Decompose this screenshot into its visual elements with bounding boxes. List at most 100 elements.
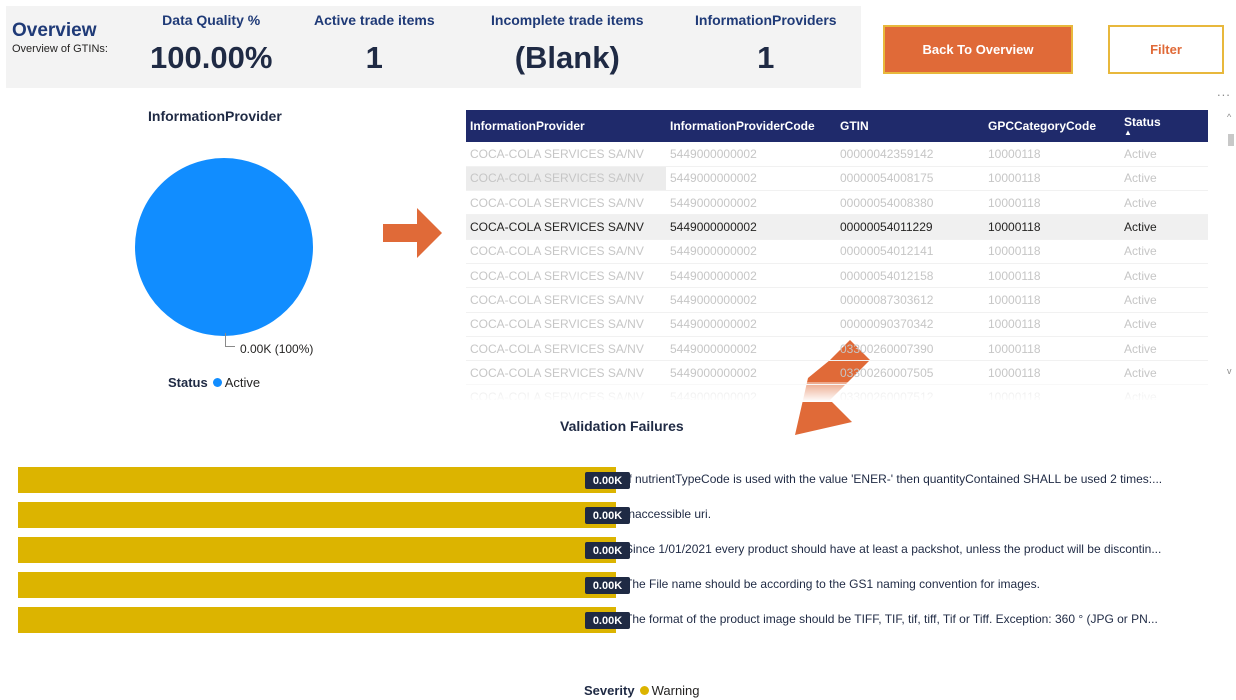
kpi-value: (Blank) [514, 40, 620, 75]
table-cell: 10000118 [984, 142, 1120, 167]
kpi-active-trade-items: Active trade items 1 [314, 12, 435, 76]
kpi-incomplete-trade-items: Incomplete trade items (Blank) [491, 12, 644, 76]
page-subtitle: Overview of GTINs: [12, 43, 108, 55]
table-row[interactable]: COCA-COLA SERVICES SA/NV 5449000000002 000… [466, 312, 1208, 337]
table-cell: 03300260007390 [836, 336, 984, 362]
scroll-up-icon[interactable]: ^ [1227, 112, 1231, 122]
validation-failure-row[interactable]: 0.00K If nutrientTypeCode is used with th… [18, 467, 1228, 493]
table-cell: Active [1120, 263, 1208, 289]
validation-failure-label: Inaccessible uri. [625, 507, 712, 521]
table-cell: 10000118 [984, 287, 1120, 313]
table-row[interactable]: COCA-COLA SERVICES SA/NV5449000000002033… [466, 336, 1208, 362]
table-cell: COCA-COLA SERVICES SA/NV [466, 263, 666, 289]
table-cell: 00000090370342 [836, 312, 984, 337]
table-cell: Active [1120, 336, 1208, 362]
table-cell: 10000118 [984, 166, 1120, 192]
validation-failure-label: If nutrientTypeCode is used with the val… [625, 472, 1163, 486]
table-cell: Active [1120, 312, 1208, 337]
kpi-value: 1 [757, 40, 775, 75]
table-cell: 10000118 [984, 214, 1120, 240]
pie-data-label: 0.00K (100%) [240, 342, 314, 356]
table-cell: COCA-COLA SERVICES SA/NV [466, 190, 666, 216]
kpi-value: 100.00% [150, 40, 273, 75]
pie-slice-active[interactable] [135, 158, 313, 336]
validation-failure-row[interactable]: 0.00K Since 1/01/2021 every product shoul… [18, 537, 1228, 563]
table-cell: COCA-COLA SERVICES SA/NV [466, 239, 666, 264]
table-cell: Active [1120, 214, 1208, 240]
more-options-icon[interactable]: ... [1217, 84, 1231, 99]
validation-failure-bar[interactable] [18, 572, 616, 598]
kpi-label: Data Quality % [162, 12, 261, 28]
kpi-label: Active trade items [314, 12, 435, 28]
legend-title: Status [168, 375, 208, 390]
kpi-information-providers: InformationProviders 1 [695, 12, 837, 76]
column-header-information-provider-code[interactable]: InformationProviderCode [666, 110, 836, 142]
column-header-gpc-category-code[interactable]: GPCCategoryCode [984, 110, 1120, 142]
validation-failure-bar[interactable] [18, 467, 616, 493]
filter-button[interactable]: Filter [1108, 25, 1224, 74]
column-header-gtin[interactable]: GTIN [836, 110, 984, 142]
table-cell: 00000054008175 [836, 166, 984, 192]
legend-title: Severity [584, 683, 635, 698]
table-cell: 5449000000002 [666, 190, 836, 216]
table-cell: 10000118 [984, 239, 1120, 264]
table-row[interactable]: COCA-COLA SERVICES SA/NV 5449000000002 000… [466, 142, 1208, 167]
bar-chart-title: Validation Failures [560, 418, 684, 434]
validation-failure-bar[interactable] [18, 502, 616, 528]
column-header-status[interactable]: Status ▲ [1120, 110, 1208, 142]
table-scrollbar[interactable]: ^ v [1226, 110, 1236, 400]
bar-value-label: 0.00K [585, 507, 630, 524]
table-cell: 5449000000002 [666, 312, 836, 337]
table-row[interactable]: COCA-COLA SERVICES SA/NV 5449000000002 000… [466, 214, 1208, 240]
legend-dot-icon [212, 378, 222, 387]
validation-failure-bar[interactable] [18, 607, 616, 633]
sort-ascending-icon: ▲ [1124, 128, 1132, 137]
back-to-overview-button[interactable]: Back To Overview [883, 25, 1073, 74]
table-cell: 10000118 [984, 263, 1120, 289]
table-cell: 10000118 [984, 190, 1120, 216]
pie-leader-line [225, 333, 235, 347]
table-row[interactable]: COCA-COLA SERVICES SA/NV 5449000000002 000… [466, 190, 1208, 216]
table-fade-overlay [466, 382, 1210, 402]
legend-item-warning[interactable]: Warning [652, 683, 700, 698]
pie-chart-title: InformationProvider [148, 108, 282, 124]
validation-failure-bar[interactable] [18, 537, 616, 563]
table-cell: 5449000000002 [666, 239, 836, 264]
table-cell: COCA-COLA SERVICES SA/NV [466, 166, 666, 192]
validation-failure-row[interactable]: 0.00K The File name should be according t… [18, 572, 1228, 598]
table-cell: 00000054008380 [836, 190, 984, 216]
table-cell: 00000054011229 [836, 214, 984, 240]
column-header-information-provider[interactable]: InformationProvider [466, 110, 666, 142]
table-cell: 00000087303612 [836, 287, 984, 313]
scroll-down-icon[interactable]: v [1227, 366, 1232, 376]
table-cell: Active [1120, 142, 1208, 167]
table-header-row: InformationProvider InformationProviderC… [466, 110, 1208, 142]
table-cell: Active [1120, 166, 1208, 192]
table-row[interactable]: COCA-COLA SERVICES SA/NV 5449000000002 000… [466, 166, 1208, 192]
table-cell: 5449000000002 [666, 214, 836, 240]
bar-value-label: 0.00K [585, 612, 630, 629]
table-cell: COCA-COLA SERVICES SA/NV [466, 312, 666, 337]
scrollbar-thumb[interactable] [1228, 134, 1234, 146]
legend-item-active[interactable]: Active [225, 375, 260, 390]
severity-legend: Severity Warning [584, 683, 700, 698]
table-row[interactable]: COCA-COLA SERVICES SA/NV 5449000000002 000… [466, 287, 1208, 313]
validation-failure-label: Since 1/01/2021 every product should hav… [625, 542, 1162, 556]
table-cell: 5449000000002 [666, 166, 836, 192]
table-row[interactable]: COCA-COLA SERVICES SA/NV 5449000000002 000… [466, 263, 1208, 289]
table-cell: Active [1120, 239, 1208, 264]
table-cell: 10000118 [984, 312, 1120, 337]
table-cell: Active [1120, 190, 1208, 216]
bar-value-label: 0.00K [585, 577, 630, 594]
table-cell: Active [1120, 287, 1208, 313]
table-cell: 10000118 [984, 336, 1120, 362]
table-cell: COCA-COLA SERVICES SA/NV [466, 287, 666, 313]
validation-failure-row[interactable]: 0.00K Inaccessible uri. [18, 502, 1228, 528]
validation-failure-row[interactable]: 0.00K The format of the product image sho… [18, 607, 1228, 633]
table-cell: COCA-COLA SERVICES SA/NV [466, 336, 666, 362]
trade-items-table[interactable]: InformationProvider InformationProviderC… [466, 110, 1210, 400]
table-cell: 5449000000002 [666, 263, 836, 289]
kpi-label: InformationProviders [695, 12, 837, 28]
table-row[interactable]: COCA-COLA SERVICES SA/NV 5449000000002 000… [466, 239, 1208, 264]
table-cell: COCA-COLA SERVICES SA/NV [466, 142, 666, 167]
